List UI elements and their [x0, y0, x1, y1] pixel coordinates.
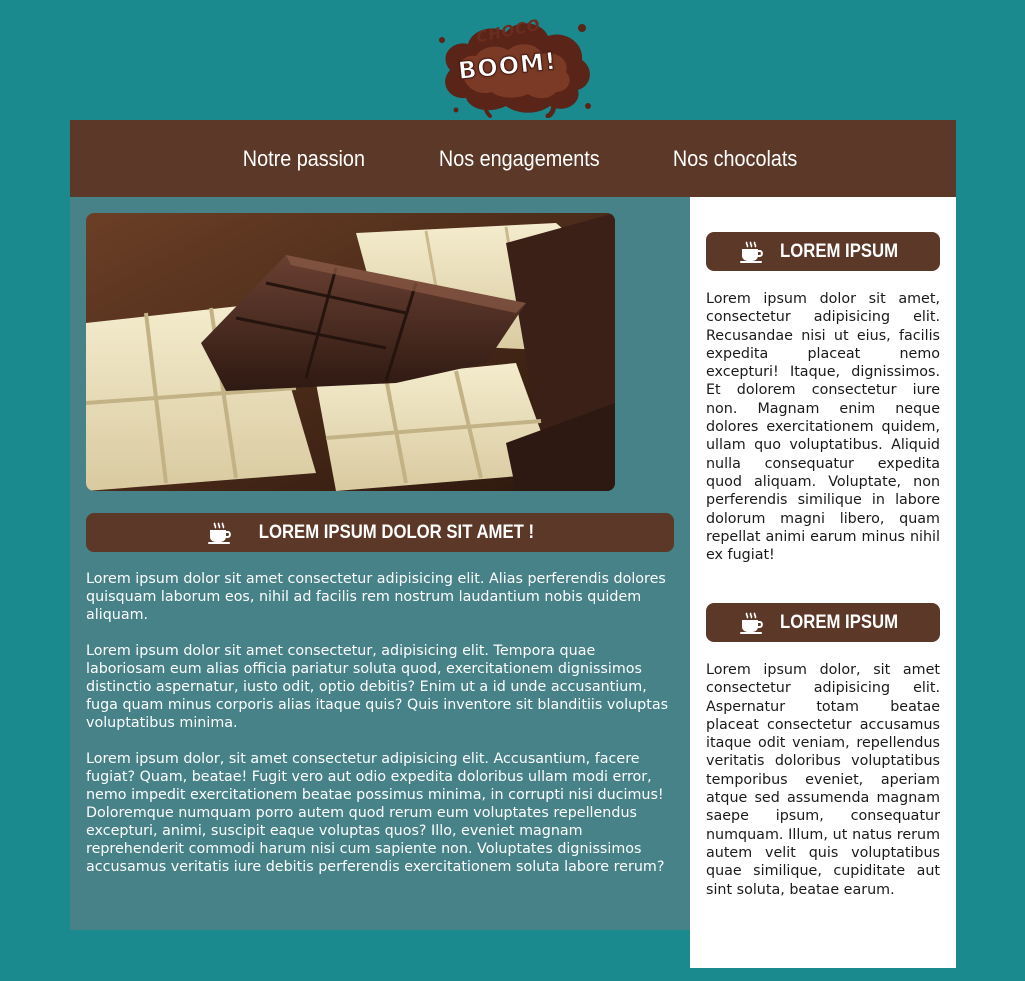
- sidebar-section-title-text: LOREM IPSUM: [780, 240, 898, 262]
- coffee-cup-icon: [739, 240, 763, 263]
- sidebar-section-title-text: LOREM IPSUM: [780, 611, 898, 633]
- coffee-cup-icon: [207, 521, 231, 544]
- hero-image: [86, 213, 615, 491]
- main-paragraph: Lorem ipsum dolor, sit amet consectetur …: [86, 751, 665, 875]
- main-paragraph: Lorem ipsum dolor sit amet consectetur a…: [86, 571, 666, 623]
- main-paragraph: Lorem ipsum dolor sit amet consectetur, …: [86, 643, 669, 731]
- sidebar-text: Lorem ipsum dolor sit amet, consectetur …: [706, 291, 940, 564]
- nav-link-passion[interactable]: Notre passion: [243, 146, 365, 172]
- nav-link-engagements[interactable]: Nos engagements: [438, 146, 599, 172]
- coffee-cup-icon: [739, 611, 763, 634]
- logo[interactable]: CHOCO BOOM!: [432, 10, 596, 118]
- sidebar-text: Lorem ipsum dolor, sit amet consectetur …: [706, 662, 940, 898]
- chocolate-bars-image: [86, 213, 615, 491]
- sidebar-section-title: LOREM IPSUM: [706, 603, 940, 642]
- main-section-title: LOREM IPSUM DOLOR SIT AMET !: [86, 513, 674, 552]
- main-text: Lorem ipsum dolor sit amet consectetur a…: [86, 570, 674, 894]
- main-nav: Notre passion Nos engagements Nos chocol…: [70, 120, 956, 197]
- nav-link-chocolats[interactable]: Nos chocolats: [673, 146, 797, 172]
- main-content: LOREM IPSUM DOLOR SIT AMET ! Lorem ipsum…: [70, 197, 690, 930]
- sidebar-section-title: LOREM IPSUM: [706, 232, 940, 271]
- main-section-title-text: LOREM IPSUM DOLOR SIT AMET !: [258, 521, 534, 543]
- sidebar: LOREM IPSUM Lorem ipsum dolor sit amet, …: [690, 197, 956, 968]
